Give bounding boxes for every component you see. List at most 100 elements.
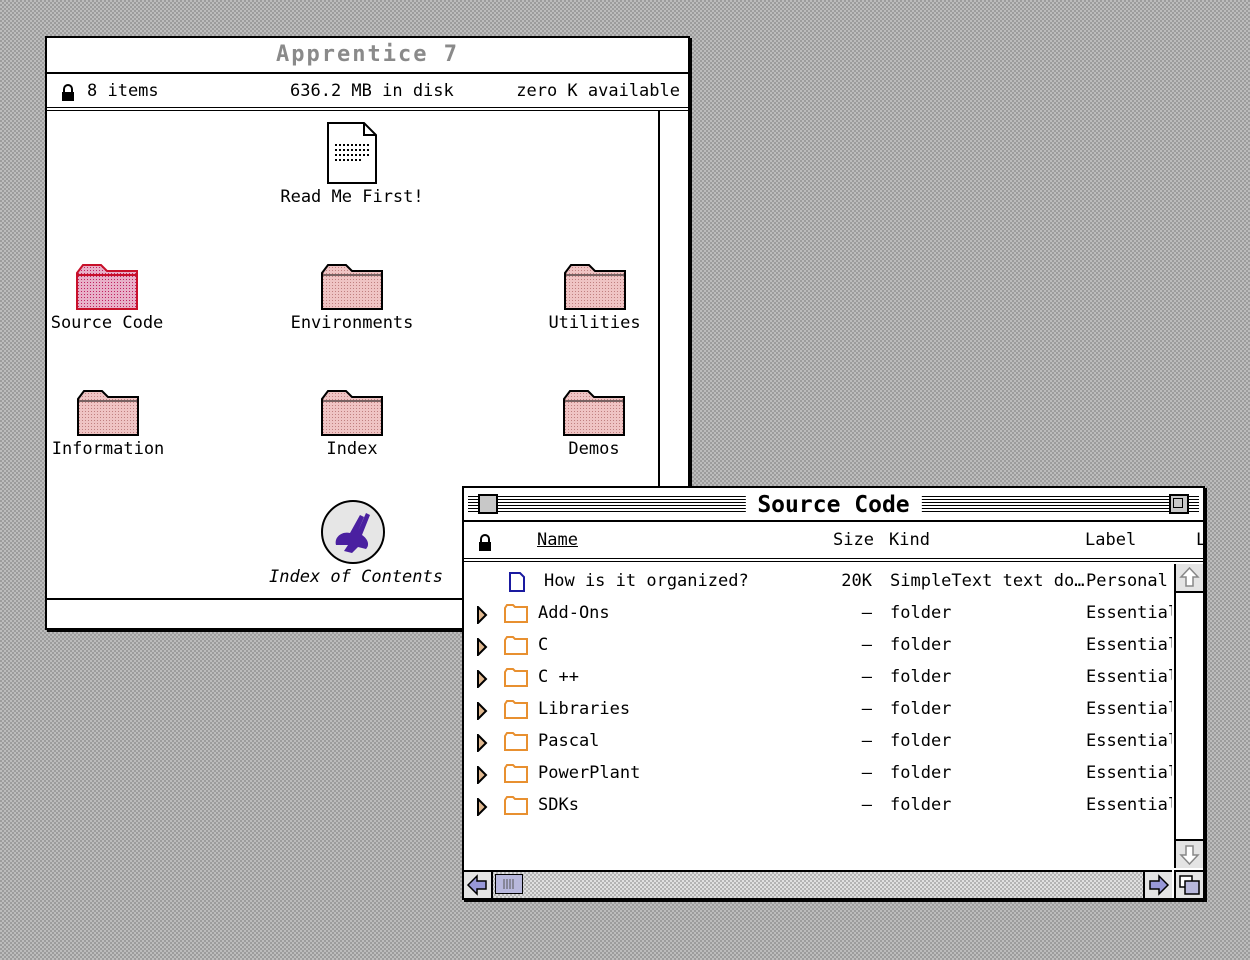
close-box-icon[interactable] <box>478 494 498 514</box>
icon-environments[interactable]: Environments <box>282 261 422 333</box>
window-title: Apprentice 7 <box>276 42 459 67</box>
item-size: — <box>861 667 872 687</box>
disclosure-triangle-icon[interactable] <box>476 670 488 688</box>
document-icon <box>509 572 525 592</box>
list-item-c-plus-plus[interactable]: C ++ — folder Essential <box>464 662 1172 694</box>
icon-demos[interactable]: Demos <box>544 387 644 459</box>
disclosure-triangle-icon[interactable] <box>476 766 488 784</box>
icon-source-code[interactable]: Source Code <box>47 261 167 333</box>
item-size: — <box>861 635 872 655</box>
folder-icon <box>321 264 383 310</box>
folder-icon <box>504 636 528 655</box>
item-name: C ++ <box>538 667 579 687</box>
item-kind: folder <box>890 763 952 783</box>
item-label: Essential <box>1086 667 1172 687</box>
scroll-left-arrow-icon[interactable] <box>464 872 493 898</box>
disclosure-triangle-icon[interactable] <box>476 798 488 816</box>
available-space: zero K available <box>516 81 680 101</box>
folder-icon <box>321 390 383 436</box>
item-kind: folder <box>890 699 952 719</box>
folder-icon <box>504 732 528 751</box>
column-header-size[interactable]: Size <box>833 530 874 550</box>
folder-icon <box>504 764 528 783</box>
scroll-thumb[interactable] <box>495 874 523 894</box>
list-item-how-is-it-organized[interactable]: How is it organized? 20K SimpleText text… <box>464 566 1172 598</box>
item-label: Essential <box>1086 795 1172 815</box>
folder-icon <box>504 700 528 719</box>
item-kind: SimpleText text do… <box>890 571 1085 591</box>
column-header-kind[interactable]: Kind <box>889 530 930 550</box>
list-header: Name Size Kind Label L <box>464 522 1203 562</box>
icon-utilities[interactable]: Utilities <box>537 261 652 333</box>
item-kind: folder <box>890 603 952 623</box>
resize-grow-box-icon[interactable] <box>1174 870 1203 898</box>
item-name: Libraries <box>538 699 631 719</box>
list-item-add-ons[interactable]: Add-Ons — folder Essential <box>464 598 1172 630</box>
item-name: How is it organized? <box>544 571 749 591</box>
icon-read-me-first[interactable]: Read Me First! <box>272 121 432 207</box>
list-item-pascal[interactable]: Pascal — folder Essential <box>464 726 1172 758</box>
list-item-c[interactable]: C — folder Essential <box>464 630 1172 662</box>
item-size: — <box>861 731 872 751</box>
item-name: C <box>538 635 549 655</box>
item-label: Essential <box>1086 603 1172 623</box>
column-header-label[interactable]: Label <box>1085 530 1136 550</box>
icon-information[interactable]: Information <box>47 387 169 459</box>
zoom-box-icon[interactable] <box>1169 494 1189 514</box>
folder-icon <box>504 604 528 623</box>
item-kind: folder <box>890 731 952 751</box>
column-header-overflow[interactable]: L <box>1196 530 1203 550</box>
icon-index-of-contents[interactable]: Index of Contents <box>269 499 443 587</box>
horizontal-scrollbar[interactable] <box>464 870 1172 898</box>
item-size: — <box>861 795 872 815</box>
scroll-down-arrow-icon[interactable] <box>1176 839 1203 868</box>
window-info-bar: 8 items 636.2 MB in disk zero K availabl… <box>47 74 688 111</box>
item-label: Essential <box>1086 763 1172 783</box>
icon-label: Index <box>326 439 378 459</box>
icon-label: Index of Contents <box>269 567 443 587</box>
document-icon <box>327 122 377 184</box>
item-kind: folder <box>890 795 952 815</box>
items-count: 8 items <box>87 81 159 101</box>
folder-icon <box>504 796 528 815</box>
list-item-powerplant[interactable]: PowerPlant — folder Essential <box>464 758 1172 790</box>
item-kind: folder <box>890 667 952 687</box>
disclosure-triangle-icon[interactable] <box>476 734 488 752</box>
item-kind: folder <box>890 635 952 655</box>
item-size: 20K <box>841 571 872 591</box>
icon-index[interactable]: Index <box>302 387 402 459</box>
folder-icon <box>77 390 139 436</box>
item-size: — <box>861 763 872 783</box>
item-label: Essential <box>1086 731 1172 751</box>
icon-label: Utilities <box>548 313 641 333</box>
folder-icon <box>504 668 528 687</box>
source-code-window[interactable]: Source Code Name Size Kind Label L How i… <box>462 486 1205 900</box>
folder-icon <box>563 264 626 310</box>
item-size: — <box>861 699 872 719</box>
vertical-scrollbar[interactable] <box>1174 564 1203 868</box>
item-name: Add-Ons <box>538 603 610 623</box>
icon-label: Environments <box>290 313 414 333</box>
lock-icon <box>62 84 74 101</box>
icon-label: Information <box>51 439 165 459</box>
rabbit-app-icon <box>321 500 385 564</box>
disclosure-triangle-icon[interactable] <box>476 638 488 656</box>
file-list: How is it organized? 20K SimpleText text… <box>464 564 1172 868</box>
item-label: Essential <box>1086 635 1172 655</box>
scroll-up-arrow-icon[interactable] <box>1176 564 1203 593</box>
list-item-libraries[interactable]: Libraries — folder Essential <box>464 694 1172 726</box>
disclosure-triangle-icon[interactable] <box>476 606 488 624</box>
icon-label: Source Code <box>50 313 164 333</box>
list-item-sdks[interactable]: SDKs — folder Essential <box>464 790 1172 822</box>
folder-icon <box>76 264 138 310</box>
scroll-right-arrow-icon[interactable] <box>1143 872 1172 898</box>
window-title-bar[interactable]: Apprentice 7 <box>47 38 688 74</box>
disk-usage: 636.2 MB in disk <box>290 81 454 101</box>
item-size: — <box>861 603 872 623</box>
item-name: PowerPlant <box>538 763 641 783</box>
item-label: Essential <box>1086 699 1172 719</box>
window-title-bar[interactable]: Source Code <box>464 488 1203 522</box>
disclosure-triangle-icon[interactable] <box>476 702 488 720</box>
icon-label: Read Me First! <box>280 187 424 207</box>
column-header-name[interactable]: Name <box>537 530 578 550</box>
